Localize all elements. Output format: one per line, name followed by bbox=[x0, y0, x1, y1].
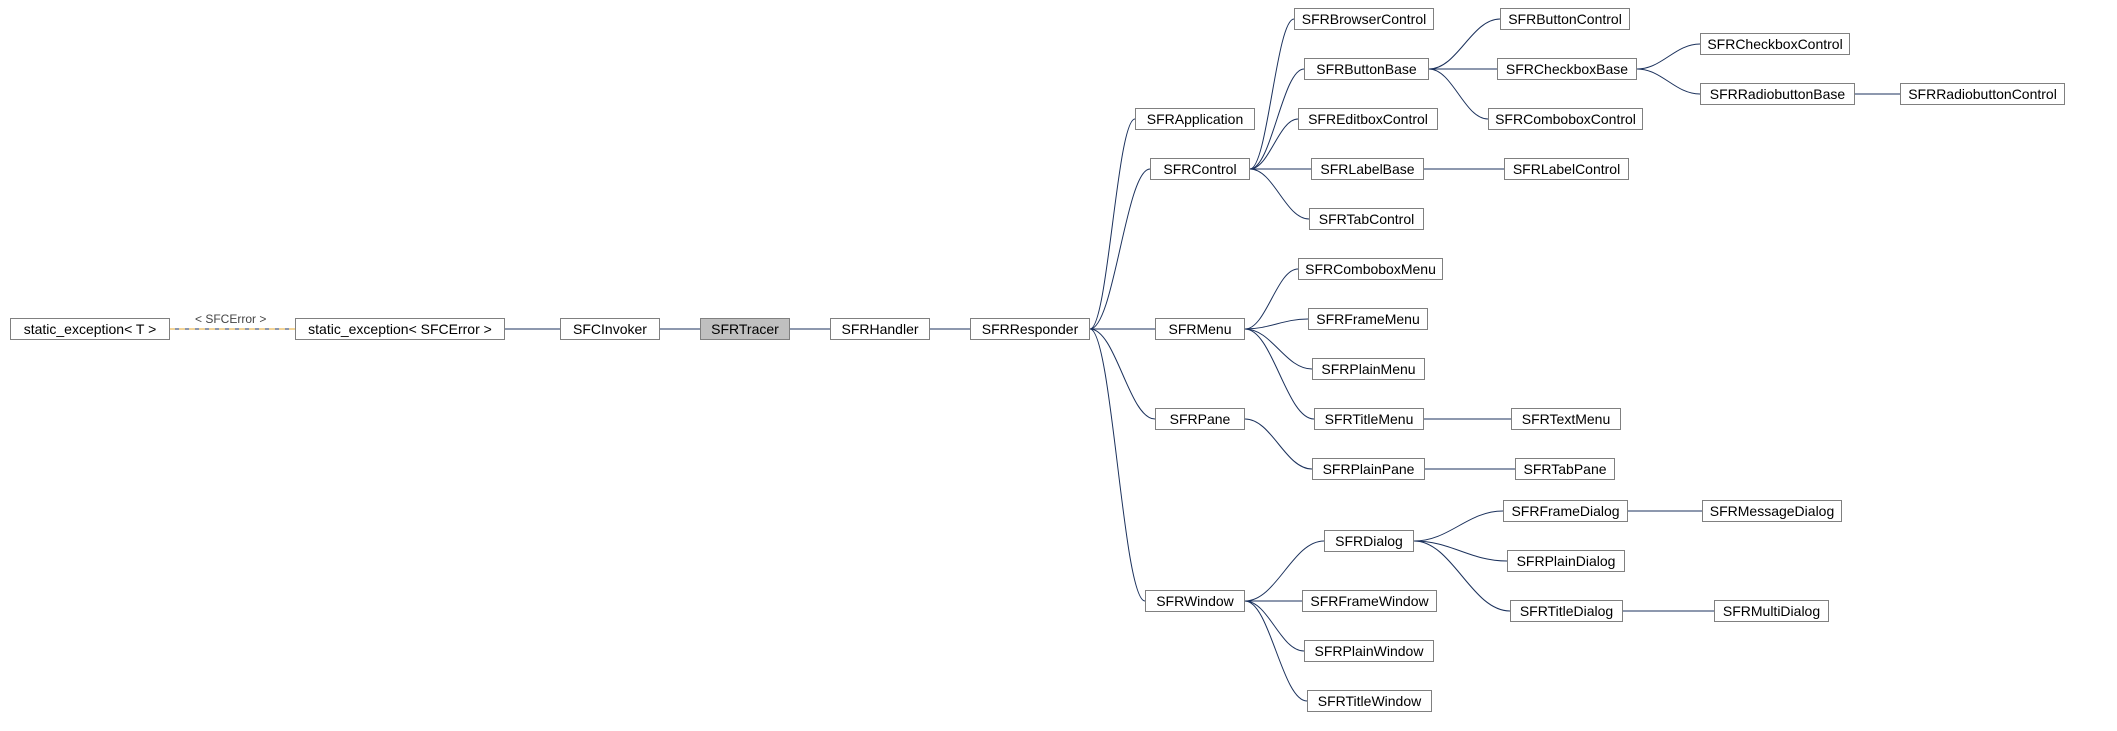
node-SFRCheckboxControl[interactable]: SFRCheckboxControl bbox=[1700, 33, 1850, 55]
node-SFRTitleDialog[interactable]: SFRTitleDialog bbox=[1510, 600, 1623, 622]
node-SFRPlainDialog[interactable]: SFRPlainDialog bbox=[1507, 550, 1625, 572]
node-SFRMultiDialog[interactable]: SFRMultiDialog bbox=[1714, 600, 1829, 622]
node-SFRTitleMenu[interactable]: SFRTitleMenu bbox=[1314, 408, 1424, 430]
edge-SFRMenu-SFRPlainMenu bbox=[1245, 329, 1312, 369]
node-SFRComboboxControl[interactable]: SFRComboboxControl bbox=[1488, 108, 1643, 130]
edge-SFRCheckboxBase-SFRCheckboxControl bbox=[1637, 44, 1700, 69]
node-SFRRadiobuttonBase[interactable]: SFRRadiobuttonBase bbox=[1700, 83, 1855, 105]
node-SFRPlainPane[interactable]: SFRPlainPane bbox=[1312, 458, 1425, 480]
node-SFRLabelBase[interactable]: SFRLabelBase bbox=[1311, 158, 1424, 180]
node-SFRPlainMenu[interactable]: SFRPlainMenu bbox=[1312, 358, 1425, 380]
node-SFRMenu[interactable]: SFRMenu bbox=[1155, 318, 1245, 340]
node-SFRFrameWindow[interactable]: SFRFrameWindow bbox=[1302, 590, 1437, 612]
node-SFRPlainWindow[interactable]: SFRPlainWindow bbox=[1304, 640, 1434, 662]
edge-SFRCheckboxBase-SFRRadiobuttonBase bbox=[1637, 69, 1700, 94]
node-static_exception_Err[interactable]: static_exception< SFCError > bbox=[295, 318, 505, 340]
edge-SFRWindow-SFRPlainWindow bbox=[1245, 601, 1304, 651]
edge-SFRWindow-SFRTitleWindow bbox=[1245, 601, 1307, 701]
node-static_exception_T[interactable]: static_exception< T > bbox=[10, 318, 170, 340]
node-SFRResponder[interactable]: SFRResponder bbox=[970, 318, 1090, 340]
node-SFCInvoker[interactable]: SFCInvoker bbox=[560, 318, 660, 340]
node-SFRPane[interactable]: SFRPane bbox=[1155, 408, 1245, 430]
node-SFRControl[interactable]: SFRControl bbox=[1150, 158, 1250, 180]
node-SFRApplication[interactable]: SFRApplication bbox=[1135, 108, 1255, 130]
edge-SFRResponder-SFRControl bbox=[1090, 169, 1150, 329]
edge-SFRMenu-SFRFrameMenu bbox=[1245, 319, 1308, 329]
node-SFRTextMenu[interactable]: SFRTextMenu bbox=[1511, 408, 1621, 430]
node-SFRLabelControl[interactable]: SFRLabelControl bbox=[1504, 158, 1629, 180]
edge-SFRMenu-SFRComboboxMenu bbox=[1245, 269, 1298, 329]
node-SFRFrameDialog[interactable]: SFRFrameDialog bbox=[1503, 500, 1628, 522]
node-SFRRadiobuttonControl[interactable]: SFRRadiobuttonControl bbox=[1900, 83, 2065, 105]
edge-SFRPane-SFRPlainPane bbox=[1245, 419, 1312, 469]
node-SFRWindow[interactable]: SFRWindow bbox=[1145, 590, 1245, 612]
node-SFRComboboxMenu[interactable]: SFRComboboxMenu bbox=[1298, 258, 1443, 280]
edge-SFRButtonBase-SFRButtonControl bbox=[1429, 19, 1500, 69]
node-SFRHandler[interactable]: SFRHandler bbox=[830, 318, 930, 340]
node-SFRBrowserControl[interactable]: SFRBrowserControl bbox=[1294, 8, 1434, 30]
node-SFRButtonControl[interactable]: SFRButtonControl bbox=[1500, 8, 1630, 30]
node-SFRMessageDialog[interactable]: SFRMessageDialog bbox=[1702, 500, 1842, 522]
node-SFRButtonBase[interactable]: SFRButtonBase bbox=[1304, 58, 1429, 80]
edge-SFRControl-SFREditboxControl bbox=[1250, 119, 1298, 169]
node-SFRDialog[interactable]: SFRDialog bbox=[1324, 530, 1414, 552]
edge-SFRResponder-SFRWindow bbox=[1090, 329, 1145, 601]
node-SFRTitleWindow[interactable]: SFRTitleWindow bbox=[1307, 690, 1432, 712]
edge-SFRResponder-SFRPane bbox=[1090, 329, 1155, 419]
node-SFRTabPane[interactable]: SFRTabPane bbox=[1515, 458, 1615, 480]
template-param-label: < SFCError > bbox=[195, 312, 266, 326]
inheritance-diagram: < SFCError > static_exception< T > static… bbox=[0, 0, 2117, 731]
node-SFRTabControl[interactable]: SFRTabControl bbox=[1309, 208, 1424, 230]
edge-SFRControl-SFRTabControl bbox=[1250, 169, 1309, 219]
node-SFRFrameMenu[interactable]: SFRFrameMenu bbox=[1308, 308, 1428, 330]
edge-SFRResponder-SFRApplication bbox=[1090, 119, 1135, 329]
edge-SFRDialog-SFRFrameDialog bbox=[1414, 511, 1503, 541]
edge-SFRMenu-SFRTitleMenu bbox=[1245, 329, 1314, 419]
node-SFRTracer: SFRTracer bbox=[700, 318, 790, 340]
node-SFREditboxControl[interactable]: SFREditboxControl bbox=[1298, 108, 1438, 130]
node-SFRCheckboxBase[interactable]: SFRCheckboxBase bbox=[1497, 58, 1637, 80]
